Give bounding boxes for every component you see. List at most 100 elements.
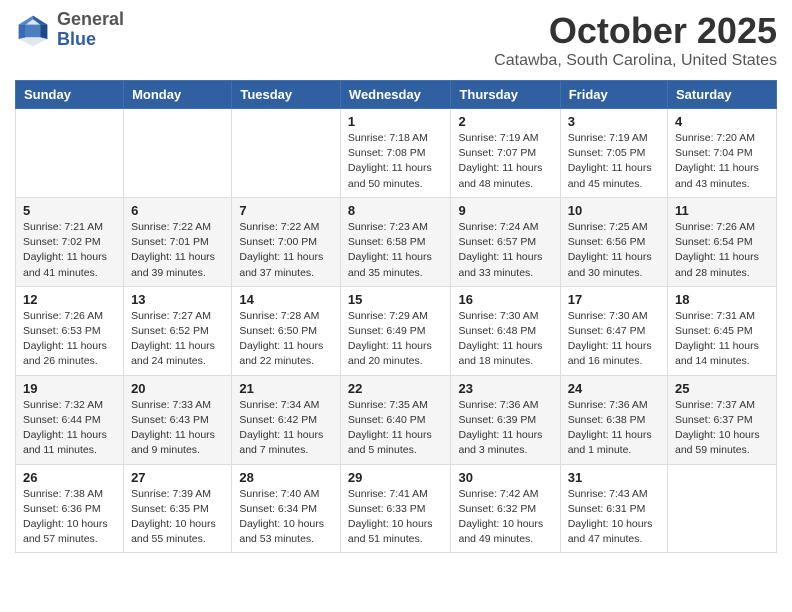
calendar-cell: 5 Sunrise: 7:21 AM Sunset: 7:02 PM Daylig… <box>16 197 124 286</box>
calendar-cell: 31 Sunrise: 7:43 AM Sunset: 6:31 PM Dayli… <box>560 464 667 553</box>
day-number: 22 <box>348 381 444 396</box>
calendar-cell: 3 Sunrise: 7:19 AM Sunset: 7:05 PM Daylig… <box>560 109 667 198</box>
calendar-week-row: 19 Sunrise: 7:32 AM Sunset: 6:44 PM Dayli… <box>16 375 777 464</box>
day-number: 26 <box>23 470 116 485</box>
day-info: Sunrise: 7:27 AM Sunset: 6:52 PM Dayligh… <box>131 309 224 370</box>
day-number: 23 <box>458 381 552 396</box>
day-info: Sunrise: 7:30 AM Sunset: 6:48 PM Dayligh… <box>458 309 552 370</box>
calendar-header-monday: Monday <box>124 81 232 109</box>
day-info: Sunrise: 7:22 AM Sunset: 7:00 PM Dayligh… <box>239 220 333 281</box>
calendar-cell: 24Sunrise: 7:36 AM Sunset: 6:38 PM Dayli… <box>560 375 667 464</box>
calendar-header-row: SundayMondayTuesdayWednesdayThursdayFrid… <box>16 81 777 109</box>
calendar-cell <box>668 464 777 553</box>
calendar-cell: 19 Sunrise: 7:32 AM Sunset: 6:44 PM Dayli… <box>16 375 124 464</box>
day-info: Sunrise: 7:28 AM Sunset: 6:50 PM Dayligh… <box>239 309 333 370</box>
day-number: 20 <box>131 381 224 396</box>
day-number: 8 <box>348 203 444 218</box>
day-number: 16 <box>458 292 552 307</box>
day-info: Sunrise: 7:22 AM Sunset: 7:01 PM Dayligh… <box>131 220 224 281</box>
calendar-header-friday: Friday <box>560 81 667 109</box>
calendar-cell: 18Sunrise: 7:31 AM Sunset: 6:45 PM Dayli… <box>668 286 777 375</box>
day-info: Sunrise: 7:36 AM Sunset: 6:39 PM Dayligh… <box>458 398 552 459</box>
day-info: Sunrise: 7:25 AM Sunset: 6:56 PM Dayligh… <box>568 220 660 281</box>
logo-icon <box>15 12 51 48</box>
day-number: 17 <box>568 292 660 307</box>
day-number: 14 <box>239 292 333 307</box>
calendar-cell <box>232 109 341 198</box>
calendar-cell: 23 Sunrise: 7:36 AM Sunset: 6:39 PM Dayli… <box>451 375 560 464</box>
calendar-cell: 2Sunrise: 7:19 AM Sunset: 7:07 PM Daylig… <box>451 109 560 198</box>
day-number: 21 <box>239 381 333 396</box>
calendar-header-wednesday: Wednesday <box>340 81 451 109</box>
calendar-week-row: 5 Sunrise: 7:21 AM Sunset: 7:02 PM Daylig… <box>16 197 777 286</box>
calendar-cell: 22 Sunrise: 7:35 AM Sunset: 6:40 PM Dayli… <box>340 375 451 464</box>
calendar-cell: 9Sunrise: 7:24 AM Sunset: 6:57 PM Daylig… <box>451 197 560 286</box>
day-info: Sunrise: 7:32 AM Sunset: 6:44 PM Dayligh… <box>23 398 116 459</box>
day-info: Sunrise: 7:21 AM Sunset: 7:02 PM Dayligh… <box>23 220 116 281</box>
day-number: 27 <box>131 470 224 485</box>
day-info: Sunrise: 7:18 AM Sunset: 7:08 PM Dayligh… <box>348 131 444 192</box>
day-number: 19 <box>23 381 116 396</box>
day-info: Sunrise: 7:38 AM Sunset: 6:36 PM Dayligh… <box>23 487 116 548</box>
calendar-cell: 29 Sunrise: 7:41 AM Sunset: 6:33 PM Dayli… <box>340 464 451 553</box>
month-title: October 2025 <box>494 10 777 52</box>
calendar-cell: 17 Sunrise: 7:30 AM Sunset: 6:47 PM Dayli… <box>560 286 667 375</box>
day-number: 10 <box>568 203 660 218</box>
calendar-cell: 20 Sunrise: 7:33 AM Sunset: 6:43 PM Dayli… <box>124 375 232 464</box>
day-info: Sunrise: 7:24 AM Sunset: 6:57 PM Dayligh… <box>458 220 552 281</box>
calendar-cell: 26 Sunrise: 7:38 AM Sunset: 6:36 PM Dayli… <box>16 464 124 553</box>
day-info: Sunrise: 7:43 AM Sunset: 6:31 PM Dayligh… <box>568 487 660 548</box>
day-info: Sunrise: 7:26 AM Sunset: 6:54 PM Dayligh… <box>675 220 769 281</box>
calendar-cell <box>124 109 232 198</box>
day-number: 24 <box>568 381 660 396</box>
calendar-cell: 13Sunrise: 7:27 AM Sunset: 6:52 PM Dayli… <box>124 286 232 375</box>
day-number: 28 <box>239 470 333 485</box>
day-number: 1 <box>348 114 444 129</box>
day-number: 11 <box>675 203 769 218</box>
day-info: Sunrise: 7:23 AM Sunset: 6:58 PM Dayligh… <box>348 220 444 281</box>
day-info: Sunrise: 7:30 AM Sunset: 6:47 PM Dayligh… <box>568 309 660 370</box>
day-info: Sunrise: 7:41 AM Sunset: 6:33 PM Dayligh… <box>348 487 444 548</box>
day-number: 25 <box>675 381 769 396</box>
calendar-cell: 6 Sunrise: 7:22 AM Sunset: 7:01 PM Daylig… <box>124 197 232 286</box>
calendar-header-sunday: Sunday <box>16 81 124 109</box>
calendar-cell: 21 Sunrise: 7:34 AM Sunset: 6:42 PM Dayli… <box>232 375 341 464</box>
calendar-cell <box>16 109 124 198</box>
day-number: 6 <box>131 203 224 218</box>
calendar-cell: 1 Sunrise: 7:18 AM Sunset: 7:08 PM Daylig… <box>340 109 451 198</box>
day-number: 18 <box>675 292 769 307</box>
day-info: Sunrise: 7:37 AM Sunset: 6:37 PM Dayligh… <box>675 398 769 459</box>
day-info: Sunrise: 7:26 AM Sunset: 6:53 PM Dayligh… <box>23 309 116 370</box>
day-number: 30 <box>458 470 552 485</box>
day-number: 15 <box>348 292 444 307</box>
title-area: October 2025 Catawba, South Carolina, Un… <box>494 10 777 70</box>
day-info: Sunrise: 7:42 AM Sunset: 6:32 PM Dayligh… <box>458 487 552 548</box>
day-number: 3 <box>568 114 660 129</box>
calendar-cell: 14 Sunrise: 7:28 AM Sunset: 6:50 PM Dayli… <box>232 286 341 375</box>
calendar-week-row: 1 Sunrise: 7:18 AM Sunset: 7:08 PM Daylig… <box>16 109 777 198</box>
calendar-cell: 30 Sunrise: 7:42 AM Sunset: 6:32 PM Dayli… <box>451 464 560 553</box>
calendar-cell: 27Sunrise: 7:39 AM Sunset: 6:35 PM Dayli… <box>124 464 232 553</box>
day-info: Sunrise: 7:35 AM Sunset: 6:40 PM Dayligh… <box>348 398 444 459</box>
day-number: 5 <box>23 203 116 218</box>
day-info: Sunrise: 7:19 AM Sunset: 7:05 PM Dayligh… <box>568 131 660 192</box>
day-number: 31 <box>568 470 660 485</box>
calendar-header-saturday: Saturday <box>668 81 777 109</box>
header: General Blue October 2025 Catawba, South… <box>15 10 777 70</box>
calendar-cell: 7Sunrise: 7:22 AM Sunset: 7:00 PM Daylig… <box>232 197 341 286</box>
calendar-cell: 12 Sunrise: 7:26 AM Sunset: 6:53 PM Dayli… <box>16 286 124 375</box>
logo-text: General Blue <box>57 10 124 50</box>
day-info: Sunrise: 7:29 AM Sunset: 6:49 PM Dayligh… <box>348 309 444 370</box>
calendar-cell: 15 Sunrise: 7:29 AM Sunset: 6:49 PM Dayli… <box>340 286 451 375</box>
logo-blue: Blue <box>57 30 124 50</box>
calendar-cell: 11 Sunrise: 7:26 AM Sunset: 6:54 PM Dayli… <box>668 197 777 286</box>
day-info: Sunrise: 7:34 AM Sunset: 6:42 PM Dayligh… <box>239 398 333 459</box>
day-number: 12 <box>23 292 116 307</box>
day-number: 29 <box>348 470 444 485</box>
calendar-week-row: 12 Sunrise: 7:26 AM Sunset: 6:53 PM Dayli… <box>16 286 777 375</box>
day-number: 4 <box>675 114 769 129</box>
calendar-cell: 25 Sunrise: 7:37 AM Sunset: 6:37 PM Dayli… <box>668 375 777 464</box>
day-info: Sunrise: 7:33 AM Sunset: 6:43 PM Dayligh… <box>131 398 224 459</box>
logo-general: General <box>57 10 124 30</box>
calendar-header-tuesday: Tuesday <box>232 81 341 109</box>
